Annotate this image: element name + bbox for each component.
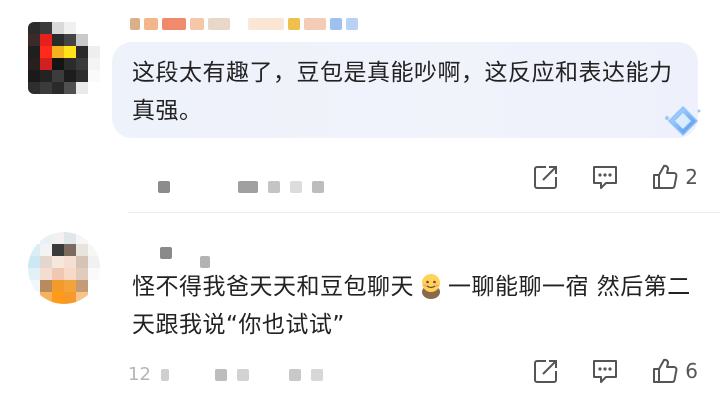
reply-button[interactable]	[591, 358, 619, 384]
like-count: 6	[685, 359, 698, 383]
hugging-emoji-icon	[418, 272, 444, 300]
reply-button[interactable]	[591, 164, 619, 190]
share-icon	[534, 166, 558, 189]
thumb-up-icon	[653, 164, 678, 189]
comment-text-part: 怪不得我爸天天和豆包聊天	[132, 274, 414, 300]
comment-meta-blurred	[158, 181, 324, 193]
like-count: 2	[685, 165, 698, 189]
reply-icon	[593, 360, 618, 383]
username-blurred[interactable]	[160, 238, 210, 268]
avatar[interactable]	[28, 232, 100, 304]
like-button[interactable]: 6	[651, 357, 698, 385]
share-button[interactable]	[533, 358, 559, 384]
reply-icon	[593, 166, 618, 189]
comment-text: 这段太有趣了，豆包是真能吵啊，这反应和表达能力真强。	[132, 60, 673, 124]
comment-meta-prefix: 12	[128, 364, 151, 385]
like-button[interactable]: 2	[651, 163, 698, 191]
comment-actions: 6	[533, 357, 698, 385]
share-button[interactable]	[533, 164, 559, 190]
sparkle-diamond-icon	[662, 104, 702, 138]
avatar[interactable]	[28, 22, 100, 94]
comment-item: 这段太有趣了，豆包是真能吵啊，这反应和表达能力真强。 2	[0, 0, 720, 212]
comment-text: 怪不得我爸天天和豆包聊天 一聊能聊一宿 然后第二天跟我说“你也试试”	[132, 268, 702, 344]
comment-meta-blurred: 12	[128, 364, 323, 385]
comment-actions: 2	[533, 163, 698, 191]
username-blurred[interactable]	[130, 18, 358, 30]
thumb-up-icon	[653, 358, 678, 383]
share-icon	[534, 360, 558, 383]
comment-divider	[128, 212, 720, 213]
